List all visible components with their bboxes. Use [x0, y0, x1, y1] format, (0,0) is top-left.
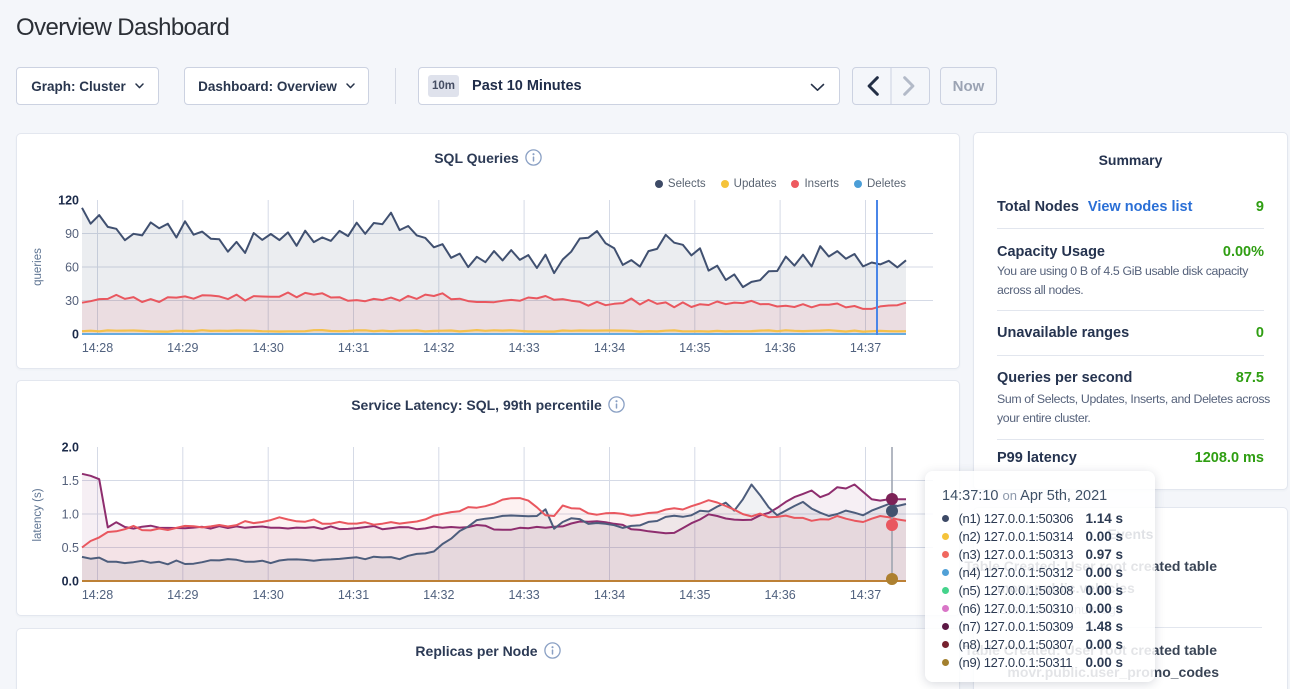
- svg-text:14:35: 14:35: [679, 341, 710, 355]
- svg-text:14:34: 14:34: [594, 588, 625, 602]
- svg-text:14:36: 14:36: [764, 588, 795, 602]
- svg-text:14:33: 14:33: [508, 588, 539, 602]
- svg-text:60: 60: [65, 260, 79, 274]
- svg-text:14:35: 14:35: [679, 588, 710, 602]
- svg-text:14:31: 14:31: [338, 588, 369, 602]
- svg-text:90: 90: [65, 227, 79, 241]
- svg-text:queries: queries: [32, 248, 44, 286]
- svg-text:14:29: 14:29: [167, 341, 198, 355]
- svg-text:120: 120: [58, 193, 79, 207]
- svg-text:2.0: 2.0: [62, 440, 79, 454]
- svg-text:1.5: 1.5: [62, 474, 79, 488]
- svg-text:14:29: 14:29: [167, 588, 198, 602]
- svg-text:1.0: 1.0: [62, 507, 79, 521]
- svg-text:30: 30: [65, 294, 79, 308]
- svg-text:14:37: 14:37: [850, 341, 881, 355]
- svg-text:14:31: 14:31: [338, 341, 369, 355]
- svg-text:0.0: 0.0: [62, 574, 79, 588]
- svg-text:14:32: 14:32: [423, 341, 454, 355]
- svg-text:14:36: 14:36: [764, 341, 795, 355]
- svg-text:14:37: 14:37: [850, 588, 881, 602]
- svg-text:14:34: 14:34: [594, 341, 625, 355]
- svg-text:14:28: 14:28: [82, 588, 113, 602]
- svg-text:14:30: 14:30: [253, 341, 284, 355]
- svg-text:14:28: 14:28: [82, 341, 113, 355]
- svg-text:0: 0: [72, 327, 79, 341]
- svg-text:0.5: 0.5: [62, 541, 79, 555]
- svg-text:14:30: 14:30: [253, 588, 284, 602]
- svg-text:latency (s): latency (s): [32, 488, 44, 541]
- svg-text:14:33: 14:33: [508, 341, 539, 355]
- svg-text:14:32: 14:32: [423, 588, 454, 602]
